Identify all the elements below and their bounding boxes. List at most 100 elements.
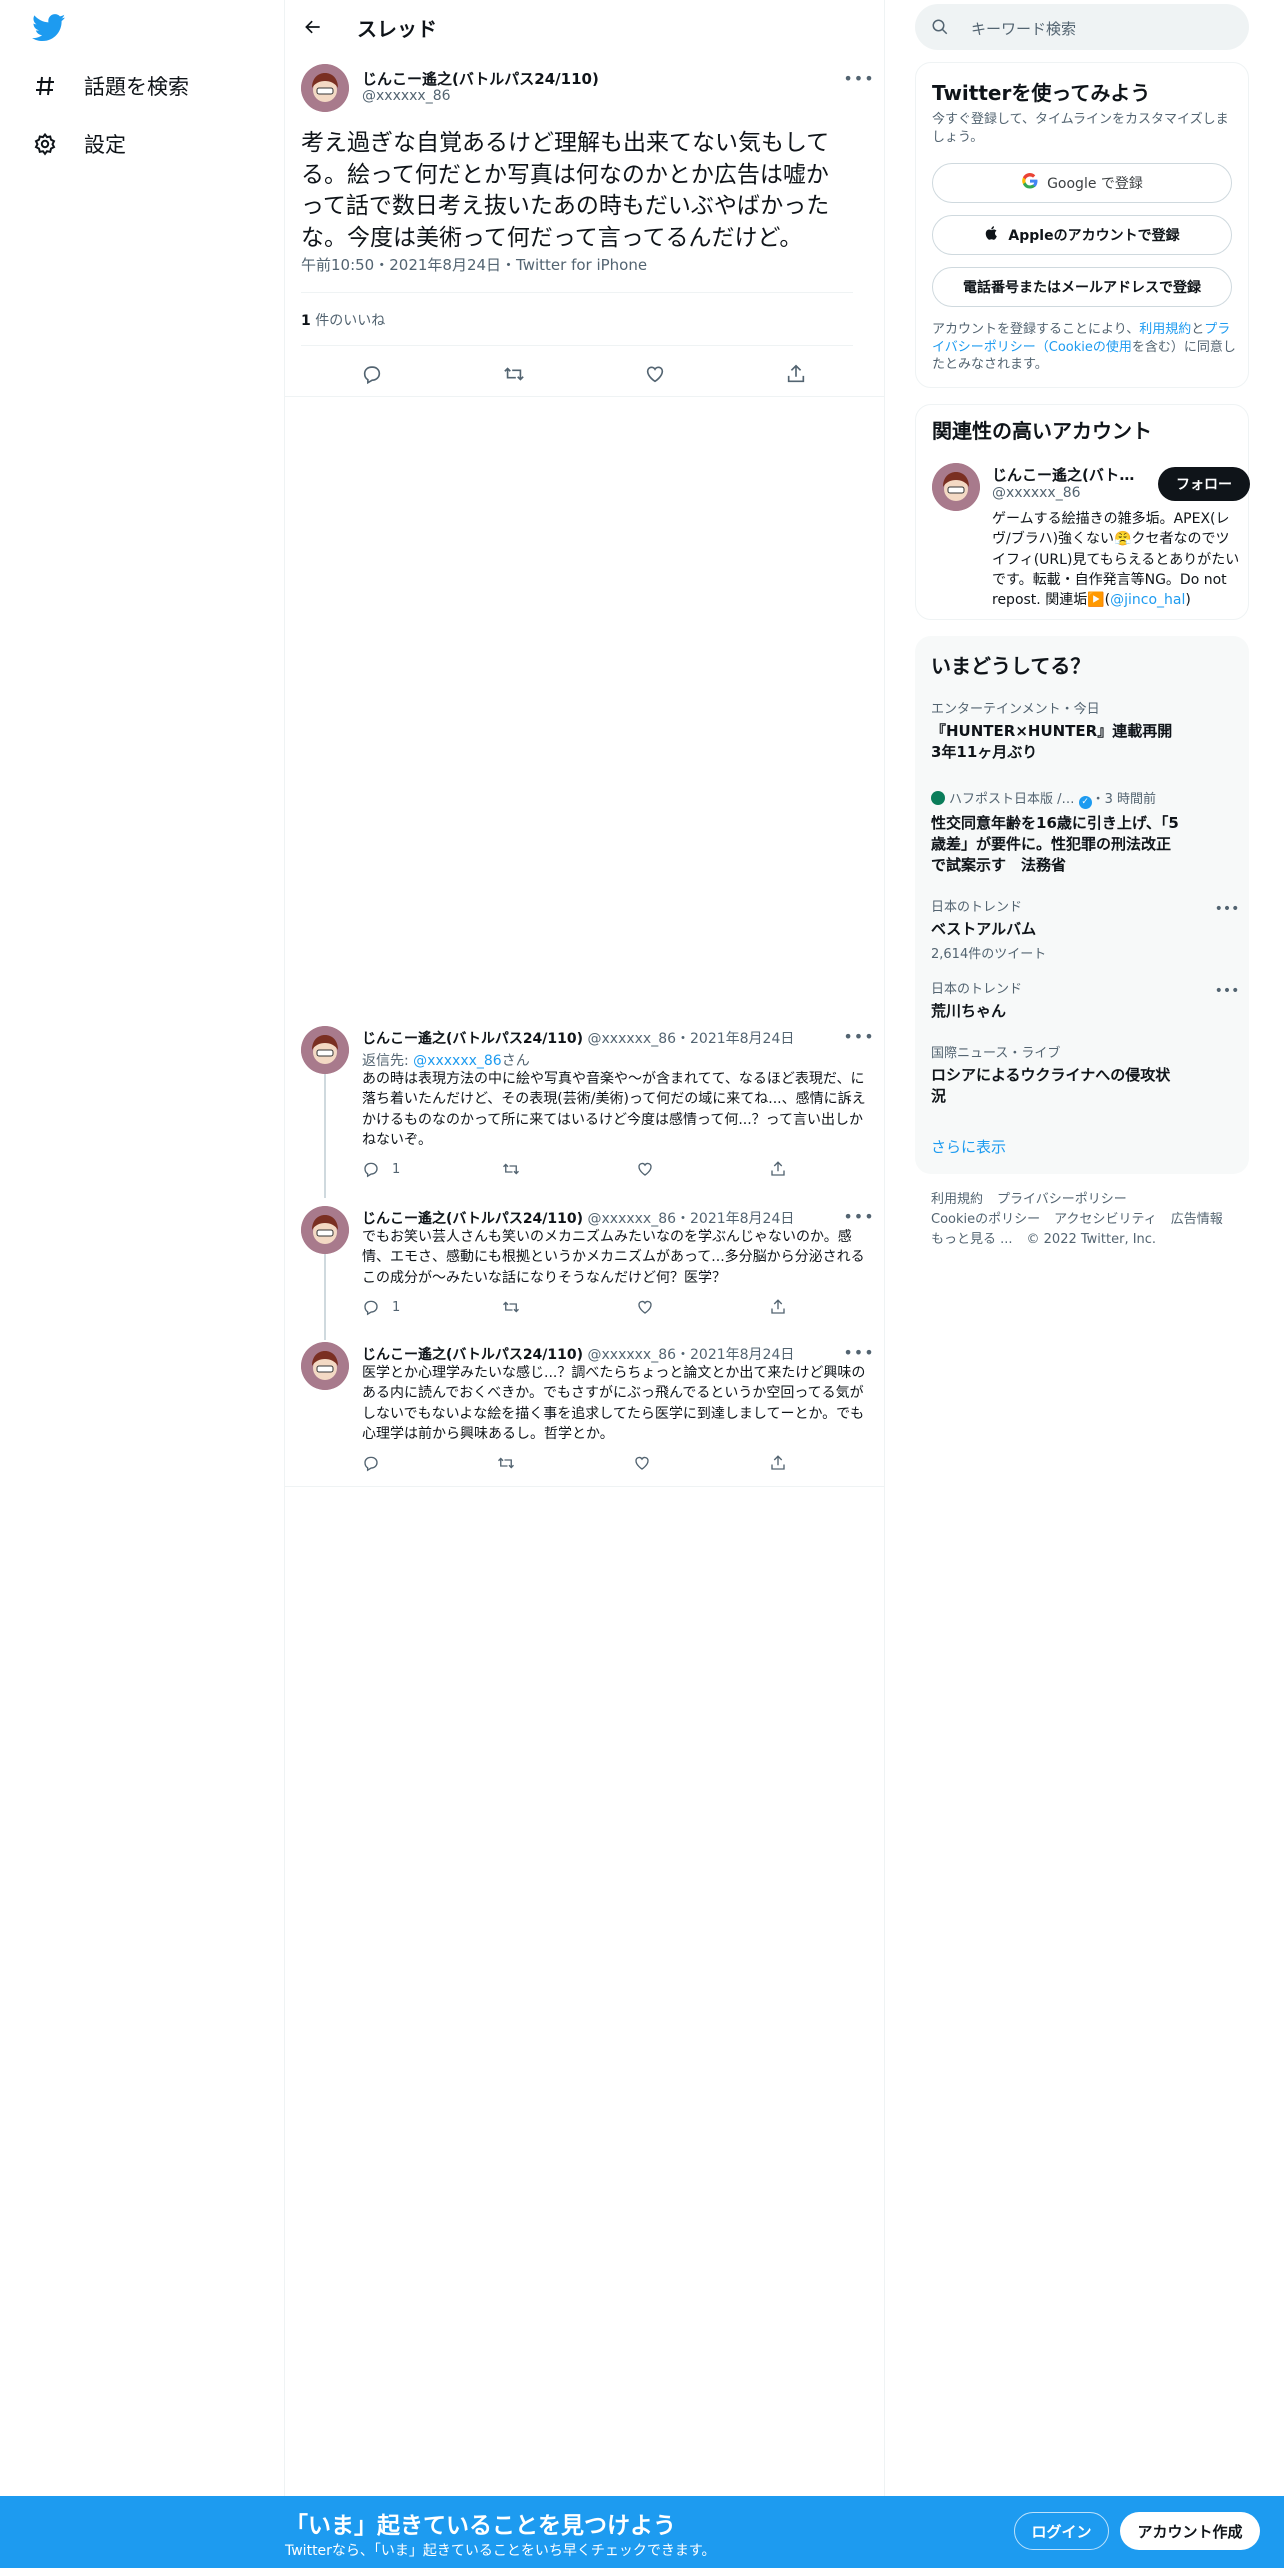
login-button[interactable]: ログイン bbox=[1014, 2512, 1109, 2550]
avatar[interactable] bbox=[301, 64, 349, 112]
reply-button[interactable]: 1 bbox=[362, 1298, 400, 1316]
heart-icon[interactable] bbox=[636, 1298, 654, 1316]
google-icon bbox=[1021, 172, 1039, 194]
tweet-actions bbox=[285, 350, 885, 400]
reply-icon bbox=[364, 1162, 378, 1178]
news-source-logo-icon bbox=[931, 791, 945, 805]
hashtag-icon bbox=[32, 73, 58, 99]
signup-terms: アカウントを登録することにより、利用規約とプライバシーポリシー（Cookieの使… bbox=[932, 322, 1236, 373]
nav-explore[interactable]: 話題を検索 bbox=[32, 66, 189, 106]
related-accounts-card: 関連性の高いアカウント じんこー遙之(バトルパス24/110) @xxxxxx_… bbox=[915, 404, 1250, 620]
thread-line bbox=[324, 1254, 326, 1340]
gear-icon bbox=[32, 131, 58, 157]
signup-button[interactable]: アカウント作成 bbox=[1120, 2512, 1260, 2550]
author-name[interactable]: じんこー遙之(バトルパス24/110) bbox=[362, 1031, 583, 1047]
signup-title: Twitterを使ってみよう bbox=[932, 81, 1151, 105]
bio-mention-link[interactable]: @jinco_hal bbox=[1110, 592, 1185, 608]
trend-item[interactable]: ハフポスト日本版 /… ✓ ・3 時間前 性交同意年齢を16歳に引き上げ、「5歳差… bbox=[931, 788, 1231, 876]
avatar[interactable] bbox=[932, 463, 980, 511]
trend-item[interactable]: 国際ニュース・ライブ ロシアによるウクライナへの侵攻状況 bbox=[931, 1042, 1231, 1107]
trend-item[interactable]: 日本のトレンド 荒川ちゃん bbox=[931, 978, 1231, 1022]
search-input[interactable]: キーワード検索 bbox=[915, 4, 1249, 50]
heart-icon[interactable] bbox=[633, 1454, 651, 1472]
reply-button[interactable]: 1 bbox=[362, 1160, 400, 1178]
phone-email-signup-button[interactable]: 電話番号またはメールアドレスで登録 bbox=[932, 267, 1232, 307]
retweet-icon[interactable] bbox=[500, 360, 528, 388]
reply-count: 1 bbox=[392, 1299, 401, 1315]
more-icon[interactable]: ••• bbox=[843, 1206, 873, 1226]
bottom-bar-title: 「いま」起きていることを見つけよう bbox=[285, 2513, 676, 2539]
reply-header: じんこー遙之(バトルパス24/110) @xxxxxx_86・2021年8月24… bbox=[362, 1208, 794, 1228]
terms-link[interactable]: 利用規約 bbox=[1139, 322, 1191, 337]
more-icon[interactable]: ••• bbox=[843, 1342, 873, 1362]
reply-icon[interactable] bbox=[362, 1454, 380, 1472]
bottom-bar-subtitle: Twitterなら、「いま」起きていることをいち早くチェックできます。 bbox=[285, 2543, 716, 2559]
follow-button[interactable]: フォロー bbox=[1158, 467, 1250, 501]
author-name[interactable]: じんこー遙之(バトルパス24/110) bbox=[362, 1347, 583, 1363]
retweet-icon[interactable] bbox=[502, 1298, 520, 1316]
page-title: スレッド bbox=[357, 17, 437, 41]
left-nav: 話題を検索 設定 bbox=[0, 0, 285, 2496]
divider bbox=[285, 1486, 885, 1487]
reply-icon bbox=[364, 1300, 378, 1316]
tweet-meta[interactable]: 午前10:50・2021年8月24日・Twitter for iPhone bbox=[301, 254, 647, 275]
footer-link[interactable]: アクセシビリティ bbox=[1054, 1212, 1157, 1227]
share-icon[interactable] bbox=[769, 1298, 787, 1316]
footer-link[interactable]: 広告情報 bbox=[1171, 1212, 1223, 1227]
more-icon[interactable]: ••• bbox=[1215, 901, 1240, 917]
author-handle-date[interactable]: @xxxxxx_86・2021年8月24日 bbox=[588, 1211, 795, 1227]
avatar[interactable] bbox=[301, 1026, 349, 1074]
divider bbox=[301, 292, 853, 293]
copyright: © 2022 Twitter, Inc. bbox=[1026, 1232, 1157, 1247]
trends-card: いまどうしてる？ エンターテインメント・今日 『HUNTER×HUNTER』連載… bbox=[915, 636, 1249, 1174]
verified-badge-icon: ✓ bbox=[1078, 796, 1092, 809]
more-icon[interactable]: ••• bbox=[843, 68, 873, 88]
mention-link[interactable]: @xxxxxx_86 bbox=[413, 1053, 502, 1069]
apple-signup-button[interactable]: Appleのアカウントで登録 bbox=[932, 215, 1232, 255]
footer-link[interactable]: もっと見る ... bbox=[931, 1232, 1013, 1247]
divider bbox=[285, 396, 885, 397]
thread-header: スレッド bbox=[285, 0, 885, 54]
heart-icon[interactable] bbox=[636, 1160, 654, 1178]
bottom-signup-bar: 「いま」起きていることを見つけよう Twitterなら、「いま」起きていることを… bbox=[0, 2496, 1284, 2568]
trend-item[interactable]: エンターテインメント・今日 『HUNTER×HUNTER』連載再開 3年11ヶ月… bbox=[931, 698, 1231, 763]
author-name[interactable]: じんこー遙之(バトルパス24/110) bbox=[362, 1211, 583, 1227]
account-name[interactable]: じんこー遙之(バトルパス24/110) bbox=[992, 464, 1142, 485]
author-name[interactable]: じんこー遙之(バトルパス24/110) bbox=[362, 68, 599, 89]
tweet-actions: 1 bbox=[362, 1298, 822, 1324]
account-bio: ゲームする絵描きの雑多垢。APEX(レヴ/ブラハ)強くない😤クセ者なのでツイフィ… bbox=[992, 511, 1240, 609]
more-icon[interactable]: ••• bbox=[843, 1026, 873, 1046]
show-more-link[interactable]: さらに表示 bbox=[931, 1136, 1006, 1157]
likes-count[interactable]: 1 件のいいね bbox=[301, 310, 385, 330]
nav-settings[interactable]: 設定 bbox=[32, 124, 126, 164]
author-handle[interactable]: @xxxxxx_86 bbox=[362, 88, 451, 104]
more-icon[interactable]: ••• bbox=[1215, 983, 1240, 999]
tweet-text: 医学とか心理学みたいな感じ...？調べたらちょっと論文とか出て来たけど興味のある… bbox=[362, 1365, 866, 1442]
tweet-actions bbox=[362, 1454, 822, 1480]
retweet-icon[interactable] bbox=[497, 1454, 515, 1472]
retweet-icon[interactable] bbox=[502, 1160, 520, 1178]
apple-icon bbox=[984, 224, 1000, 246]
footer-link[interactable]: 利用規約 bbox=[931, 1192, 983, 1207]
reply-count: 1 bbox=[392, 1161, 401, 1177]
footer-link[interactable]: Cookieのポリシー bbox=[931, 1212, 1040, 1227]
google-signup-button[interactable]: Google で登録 bbox=[932, 163, 1232, 203]
arrow-left-icon[interactable] bbox=[299, 13, 327, 41]
share-icon[interactable] bbox=[769, 1454, 787, 1472]
avatar[interactable] bbox=[301, 1342, 349, 1390]
trend-item[interactable]: 日本のトレンド ベストアルバム 2,614件のツイート bbox=[931, 896, 1231, 962]
share-icon[interactable] bbox=[769, 1160, 787, 1178]
nav-explore-label: 話題を検索 bbox=[84, 75, 189, 99]
heart-icon[interactable] bbox=[641, 360, 669, 388]
author-handle-date[interactable]: @xxxxxx_86・2021年8月24日 bbox=[588, 1347, 795, 1363]
search-icon bbox=[931, 18, 949, 36]
share-icon[interactable] bbox=[782, 360, 810, 388]
footer-link[interactable]: プライバシーポリシー bbox=[997, 1192, 1127, 1207]
main-column: スレッド じんこー遙之(バトルパス24/110) @xxxxxx_86 ••• … bbox=[285, 0, 885, 2496]
trends-title: いまどうしてる？ bbox=[931, 654, 1091, 678]
twitter-bird-icon[interactable] bbox=[32, 14, 66, 42]
avatar[interactable] bbox=[301, 1206, 349, 1254]
account-handle[interactable]: @xxxxxx_86 bbox=[992, 485, 1081, 501]
reply-icon[interactable] bbox=[358, 360, 386, 388]
author-handle-date[interactable]: @xxxxxx_86・2021年8月24日 bbox=[588, 1031, 795, 1047]
